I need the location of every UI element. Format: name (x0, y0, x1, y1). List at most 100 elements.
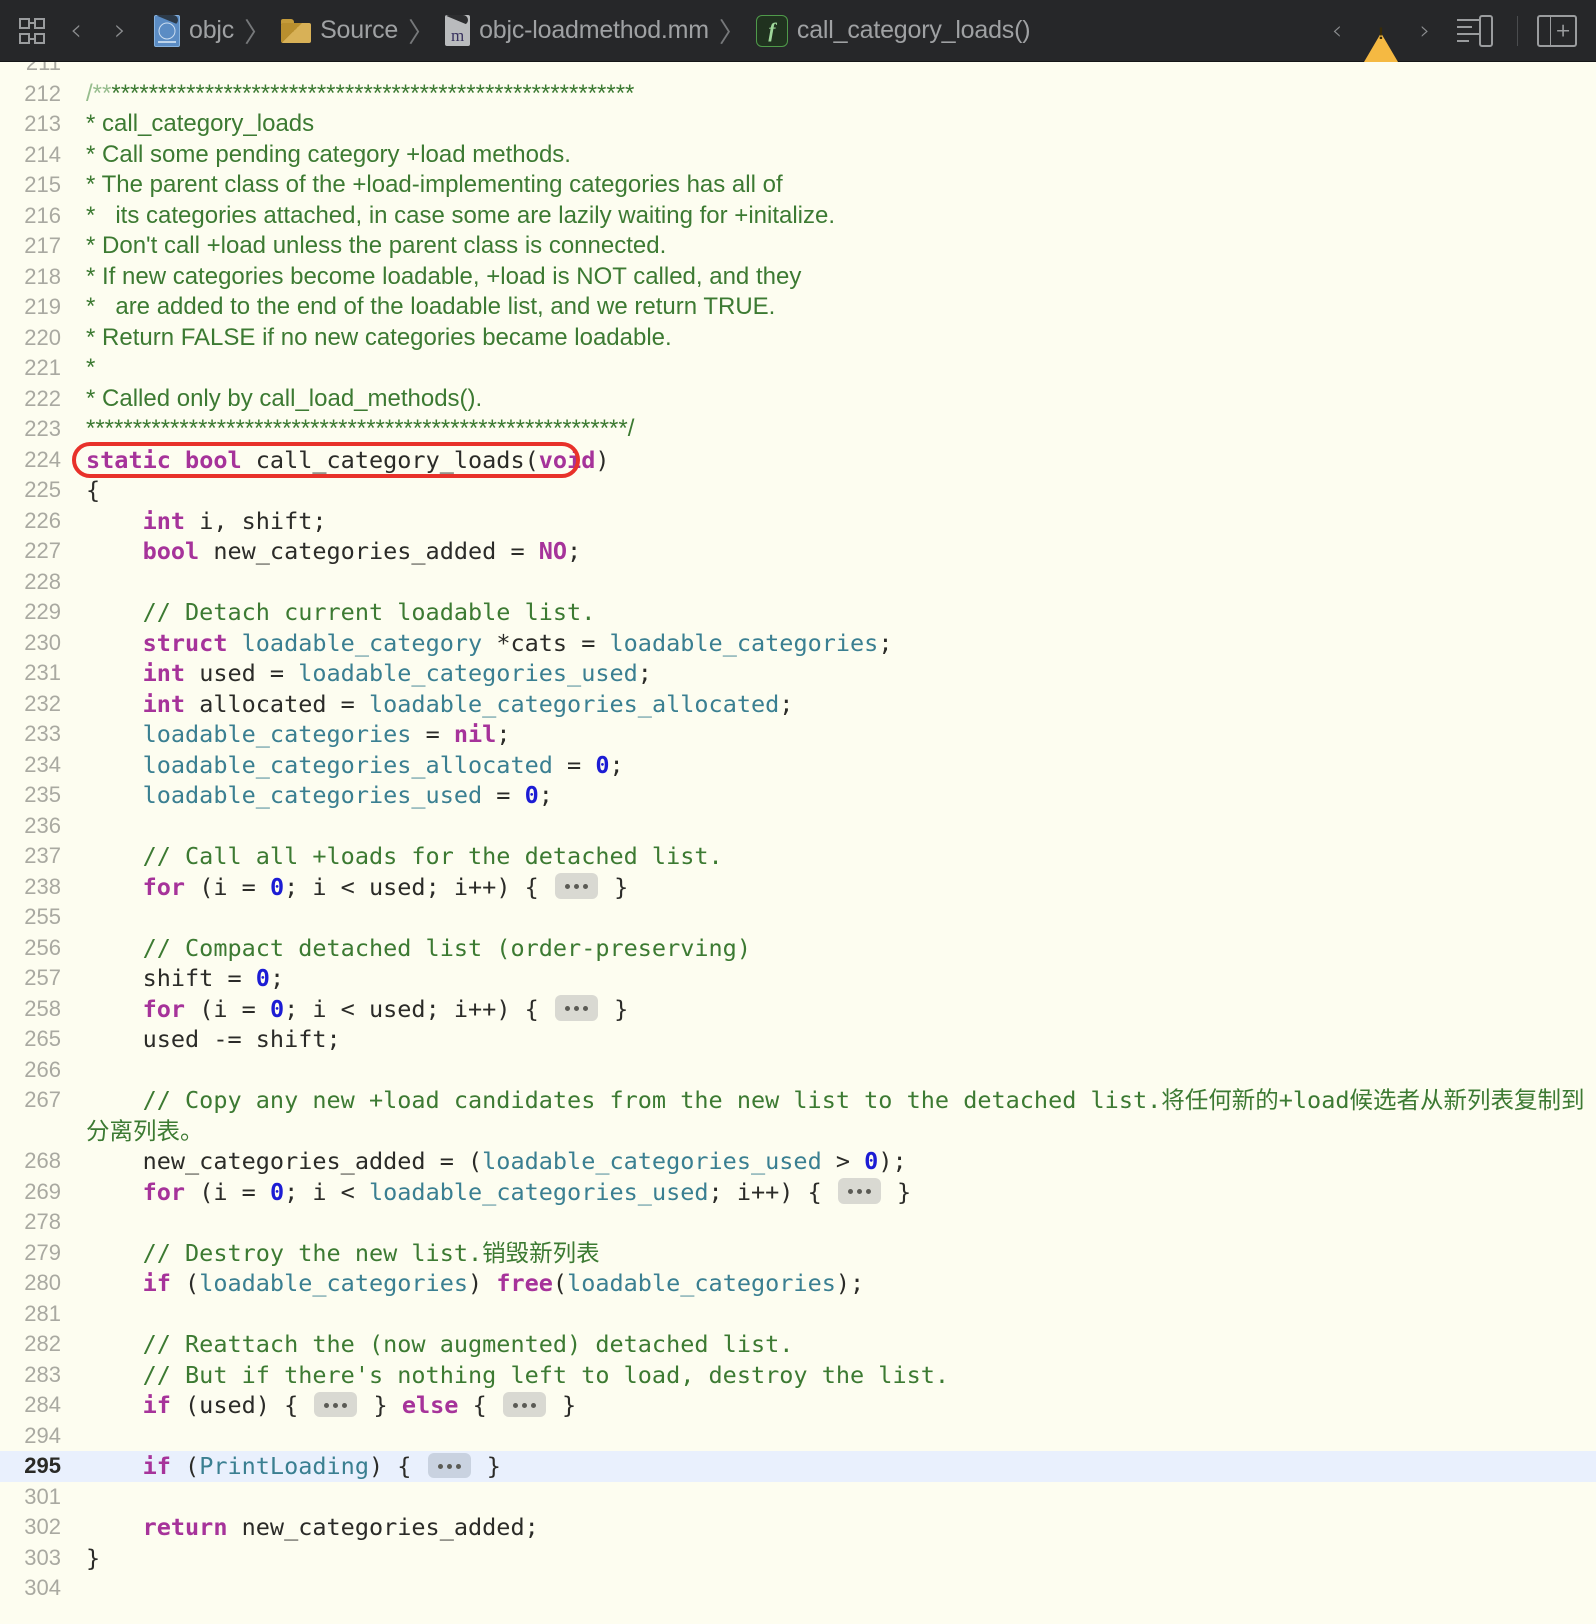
toolbar-right-group: ‹ ! › + (1315, 10, 1582, 62)
code-line[interactable]: 255 (0, 902, 1596, 933)
code-text: if (PrintLoading) { } (142, 1452, 501, 1480)
next-issue-button[interactable]: › (1403, 10, 1447, 52)
code-line[interactable]: 257 shift = 0; (0, 963, 1596, 994)
code-line[interactable]: 211 (0, 62, 1596, 79)
code-line[interactable]: 228 (0, 567, 1596, 598)
code-text: * Called only by call_load_methods(). (86, 384, 483, 412)
issue-warning-badge[interactable]: ! (1359, 10, 1403, 62)
add-editor-button[interactable]: + (1532, 10, 1582, 52)
code-text: * Call some pending category +load metho… (86, 140, 571, 168)
code-line[interactable]: 266 (0, 1055, 1596, 1086)
code-text: shift = 0; (86, 964, 285, 992)
toolbar-left-group: ‹ › objc 〉 Source 〉 m objc-loadmethod.mm… (10, 10, 1034, 52)
line-number: 265 (24, 1026, 61, 1051)
code-line[interactable]: 225 { (0, 475, 1596, 506)
code-line[interactable]: 279 // Destroy the new list.销毁新列表 (0, 1238, 1596, 1269)
code-fold-ellipsis[interactable] (502, 1391, 546, 1418)
code-line[interactable]: 280 if (loadable_categories) free(loadab… (0, 1268, 1596, 1299)
code-line[interactable]: 302 return new_categories_added; (0, 1512, 1596, 1543)
code-line[interactable]: 216 * its categories attached, in case so… (0, 201, 1596, 232)
code-line[interactable]: 223 *************************************… (0, 414, 1596, 445)
code-line[interactable]: 303} (0, 1543, 1596, 1574)
code-text: // Copy any new +load candidates from th… (86, 1086, 1585, 1145)
code-line[interactable]: 231 int used = loadable_categories_used; (0, 658, 1596, 689)
code-line[interactable]: 214 * Call some pending category +load me… (0, 140, 1596, 171)
code-line[interactable]: 235 loadable_categories_used = 0; (0, 780, 1596, 811)
code-line[interactable]: 224 static bool call_category_loads(void) (0, 445, 1596, 476)
code-line[interactable]: 269 for (i = 0; i < loadable_categories_… (0, 1177, 1596, 1208)
code-line[interactable]: 220 * Return FALSE if no new categories b… (0, 323, 1596, 354)
code-line[interactable]: 278 (0, 1207, 1596, 1238)
code-line[interactable]: 232 int allocated = loadable_categories_… (0, 689, 1596, 720)
code-text: * (86, 354, 96, 381)
code-text: if (used) { } else { } (142, 1391, 577, 1419)
code-line[interactable]: 282 // Reattach the (now augmented) deta… (0, 1329, 1596, 1360)
line-number: 236 (24, 812, 61, 838)
code-line[interactable]: 294 (0, 1421, 1596, 1452)
code-line[interactable]: 212 /************************************… (0, 79, 1596, 110)
navigator-toggle-button[interactable] (10, 10, 54, 52)
code-line[interactable]: 230 struct loadable_category *cats = loa… (0, 628, 1596, 659)
code-line[interactable]: 237 // Call all +loads for the detached … (0, 841, 1596, 872)
code-line[interactable]: 227 bool new_categories_added = NO; (0, 536, 1596, 567)
code-fold-ellipsis[interactable] (837, 1178, 881, 1204)
code-line[interactable]: 256 // Compact detached list (order-pres… (0, 933, 1596, 964)
go-back-button[interactable]: ‹ (54, 10, 98, 52)
breadcrumb-item-file[interactable]: m objc-loadmethod.mm (441, 12, 713, 49)
breadcrumb-item-project[interactable]: objc (150, 12, 238, 50)
code-line[interactable]: 284 if (used) { } else { } (0, 1390, 1596, 1421)
go-forward-button[interactable]: › (98, 10, 142, 52)
chevron-left-icon: ‹ (1331, 15, 1343, 46)
code-fold-ellipsis[interactable] (554, 873, 598, 899)
code-line[interactable]: 295 if (PrintLoading) { } (0, 1451, 1596, 1482)
code-line[interactable]: 281 (0, 1299, 1596, 1330)
code-line[interactable]: 283 // But if there's nothing left to lo… (0, 1360, 1596, 1391)
code-line[interactable]: 233 loadable_categories = nil; (0, 719, 1596, 750)
line-number: 215 (24, 172, 61, 197)
line-number: 281 (24, 1300, 61, 1326)
line-number: 224 (24, 446, 61, 472)
code-fold-ellipsis[interactable] (554, 995, 598, 1021)
line-number: 268 (24, 1148, 61, 1173)
previous-issue-button[interactable]: ‹ (1315, 10, 1359, 52)
code-line[interactable]: 301 (0, 1482, 1596, 1513)
code-line[interactable]: 234 loadable_categories_allocated = 0; (0, 750, 1596, 781)
code-line[interactable]: 218 * If new categories become loadable, … (0, 262, 1596, 293)
code-line[interactable]: 268 new_categories_added = (loadable_cat… (0, 1146, 1596, 1177)
breadcrumb-item-folder[interactable]: Source (277, 13, 402, 48)
minimap-toggle-button[interactable] (1447, 10, 1503, 52)
line-number: 235 (24, 782, 61, 807)
line-number: 238 (24, 873, 61, 899)
breadcrumb-label-function: call_category_loads() (796, 16, 1031, 44)
code-line[interactable]: 217 * Don't call +load unless the parent … (0, 231, 1596, 262)
source-editor[interactable]: 211 212 /********************************… (0, 62, 1596, 1624)
code-line[interactable]: 213 * call_category_loads (0, 109, 1596, 140)
code-text: used -= shift; (86, 1025, 341, 1053)
code-line[interactable]: 236 (0, 811, 1596, 842)
line-number: 218 (24, 263, 61, 289)
line-number: 233 (24, 721, 61, 746)
code-line[interactable]: 219 * are added to the end of the loadabl… (0, 292, 1596, 323)
line-number: 257 (24, 965, 61, 990)
code-line[interactable]: 226 int i, shift; (0, 506, 1596, 537)
code-line[interactable]: 238 for (i = 0; i < used; i++) { } (0, 872, 1596, 903)
line-number: 278 (24, 1209, 61, 1234)
code-fold-ellipsis[interactable] (314, 1391, 358, 1418)
code-text: for (i = 0; i < used; i++) { } (142, 994, 629, 1023)
line-number: 282 (24, 1331, 61, 1356)
code-line[interactable]: 265 used -= shift; (0, 1024, 1596, 1055)
code-line[interactable]: 258 for (i = 0; i < used; i++) { } (0, 994, 1596, 1025)
code-text: ****************************************… (86, 415, 635, 442)
code-line[interactable]: 221 * (0, 353, 1596, 384)
code-line[interactable]: 222 * Called only by call_load_methods(). (0, 384, 1596, 415)
code-line[interactable]: 229 // Detach current loadable list. (0, 597, 1596, 628)
line-number: 283 (24, 1361, 61, 1387)
code-fold-ellipsis[interactable] (427, 1452, 471, 1479)
code-line[interactable]: 267 // Copy any new +load candidates fro… (0, 1085, 1596, 1146)
line-number: 227 (24, 538, 61, 563)
breadcrumb-item-function[interactable]: f call_category_loads() (752, 12, 1034, 50)
code-line[interactable]: 304 (0, 1573, 1596, 1604)
code-line[interactable]: 215 * The parent class of the +load-imple… (0, 170, 1596, 201)
